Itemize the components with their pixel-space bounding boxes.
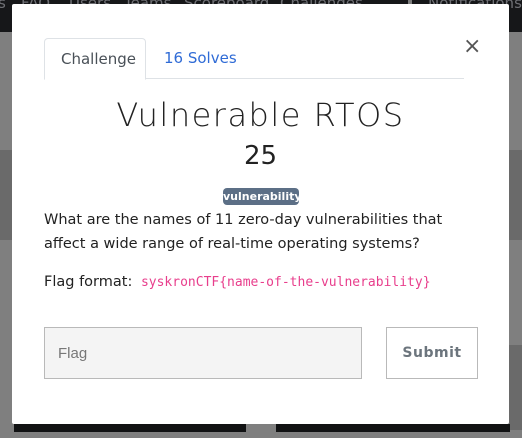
challenge-title: Vulnerable RTOS [116,96,405,134]
challenge-tag-badge: vulnerability [223,188,302,205]
submit-button[interactable]: Submit [386,327,478,379]
challenge-modal: Challenge 16 Solves × Vulnerable RTOS 25… [12,4,509,424]
challenge-points: 25 [243,141,278,171]
background-card-bottom-right [276,424,510,432]
flag-format-label: Flag format: [44,274,133,290]
background-card-left [0,150,12,240]
flag-format-line: Flag format: syskronCTF{name-of-the-vuln… [44,274,431,290]
close-icon[interactable]: × [463,36,481,58]
background-card-right-lower [509,345,522,430]
nav-item-partial[interactable]: s [0,0,6,12]
modal-tabs: Challenge 16 Solves [44,38,464,80]
flag-format-code: syskronCTF{name-of-the-vulnerability} [140,275,431,290]
challenge-description: What are the names of 11 zero-day vulner… [44,212,443,252]
tab-solves[interactable]: 16 Solves [148,38,253,79]
background-card-right [509,150,522,240]
background-card-bottom-left [14,424,246,432]
tab-challenge[interactable]: Challenge [44,38,146,80]
flag-input[interactable] [44,327,362,379]
